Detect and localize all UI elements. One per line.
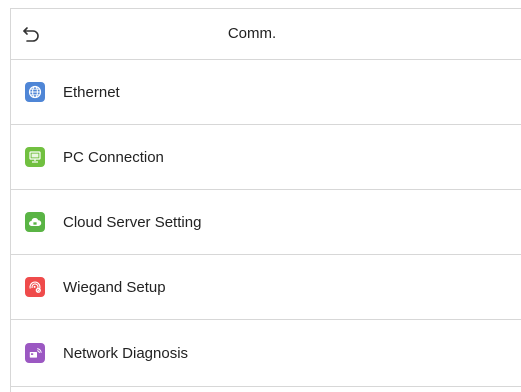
wiegand-gear-icon — [25, 277, 45, 297]
menu-item-wiegand-setup[interactable]: Wiegand Setup — [11, 255, 521, 320]
menu-item-ethernet[interactable]: Ethernet — [11, 60, 521, 125]
menu-item-pc-connection[interactable]: PC Connection — [11, 125, 521, 190]
cloud-icon — [25, 212, 45, 232]
header-bar: Comm. — [11, 9, 521, 60]
computer-icon — [25, 147, 45, 167]
page-title: Comm. — [227, 25, 277, 42]
menu-item-label: Cloud Server Setting — [63, 213, 202, 231]
globe-icon — [25, 82, 45, 102]
menu-list: Ethernet PC Connection Cloud Server Sett… — [11, 60, 521, 387]
menu-item-network-diagnosis[interactable]: Network Diagnosis — [11, 320, 521, 387]
comm-screen: Comm. Ethernet PC Connection Cloud Serve… — [10, 8, 521, 392]
network-diagnosis-icon — [25, 343, 45, 363]
menu-item-label: Ethernet — [63, 83, 120, 101]
menu-item-label: Wiegand Setup — [63, 278, 166, 296]
menu-item-label: Network Diagnosis — [63, 344, 189, 362]
menu-item-cloud-server-setting[interactable]: Cloud Server Setting — [11, 190, 521, 255]
menu-item-label: PC Connection — [63, 148, 164, 166]
